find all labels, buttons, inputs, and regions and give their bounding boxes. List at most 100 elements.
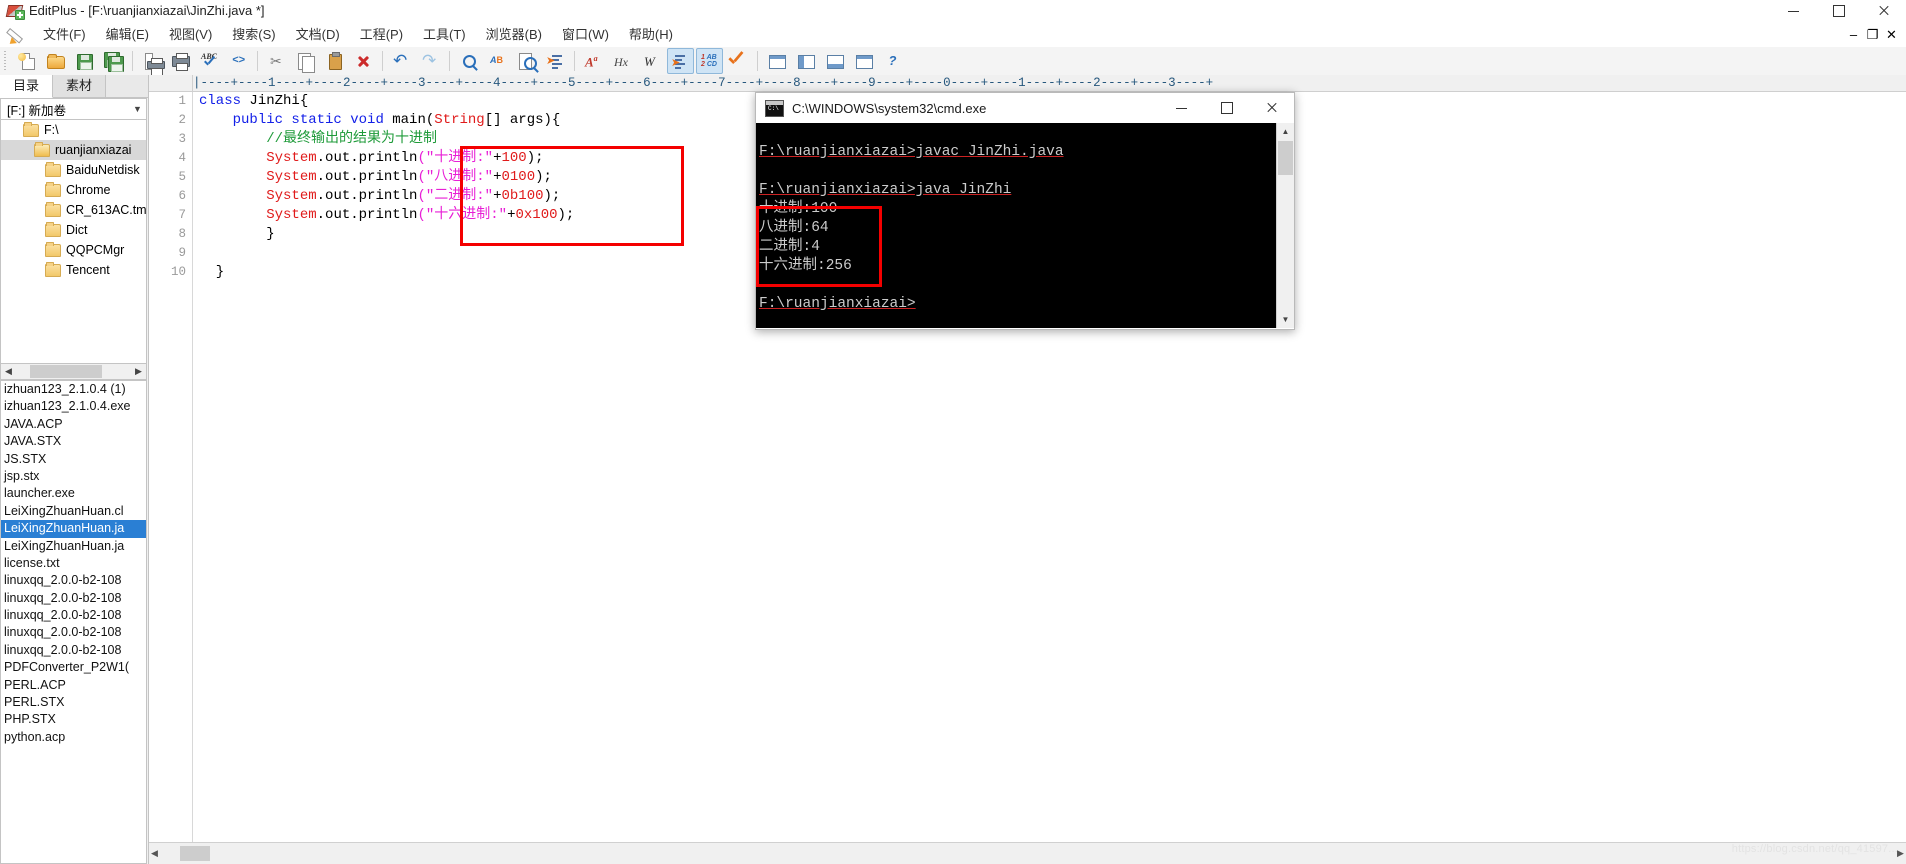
- list-item[interactable]: python.acp: [1, 729, 146, 746]
- redo-button[interactable]: ↷: [417, 48, 444, 74]
- chevron-left-icon[interactable]: ◀: [1, 364, 16, 379]
- copy-button[interactable]: [292, 48, 319, 74]
- font-format-button[interactable]: Aa: [580, 48, 607, 74]
- window-horizontal-button[interactable]: [821, 48, 848, 74]
- tree-node-qqpcmgr[interactable]: QQPCMgr: [1, 240, 146, 260]
- sidebar-tab-material[interactable]: 素材: [53, 75, 107, 97]
- window-split-button[interactable]: [792, 48, 819, 74]
- print-preview-button[interactable]: [138, 48, 165, 76]
- menu-item-help[interactable]: 帮助(H): [619, 22, 683, 47]
- print-button[interactable]: [167, 48, 194, 74]
- sidebar-tab-directory[interactable]: 目录: [0, 75, 54, 98]
- list-item[interactable]: PHP.STX: [1, 711, 146, 728]
- line-number: 7: [178, 208, 186, 222]
- toolbar-grip[interactable]: [2, 51, 10, 71]
- new-file-button[interactable]: [13, 48, 40, 74]
- menu-item-edit[interactable]: 编辑(E): [96, 22, 159, 47]
- document-restore-button[interactable]: ❐: [1864, 26, 1881, 43]
- menu-item-file[interactable]: 文件(F): [33, 22, 96, 47]
- list-item[interactable]: izhuan123_2.1.0.4 (1): [1, 381, 146, 398]
- window-vertical-button[interactable]: [850, 48, 877, 74]
- cmd-minimize-button[interactable]: [1159, 93, 1204, 123]
- list-item[interactable]: LeiXingZhuanHuan.cl: [1, 503, 146, 520]
- view-source-button[interactable]: <>: [225, 48, 252, 74]
- list-item[interactable]: linuxqq_2.0.0-b2-108: [1, 572, 146, 589]
- chevron-left-icon[interactable]: ◀: [149, 844, 160, 863]
- cut-button[interactable]: ✂: [263, 48, 290, 74]
- paste-button[interactable]: [321, 48, 348, 74]
- document-close-button[interactable]: ✕: [1883, 26, 1900, 43]
- delete-button[interactable]: [350, 48, 377, 74]
- menu-item-window[interactable]: 窗口(W): [552, 22, 619, 47]
- scroll-thumb[interactable]: [1278, 141, 1293, 175]
- find-button[interactable]: [455, 48, 482, 74]
- hex-view-button[interactable]: Hx: [609, 48, 636, 74]
- cmd-console-body[interactable]: F:\ruanjianxiazai>javac JinZhi.java F:\r…: [756, 123, 1294, 328]
- list-item[interactable]: JS.STX: [1, 451, 146, 468]
- tree-node-tencent[interactable]: Tencent: [1, 260, 146, 280]
- scroll-track[interactable]: [160, 844, 1895, 863]
- compile-run-button[interactable]: [725, 48, 752, 74]
- list-item[interactable]: linuxqq_2.0.0-b2-108: [1, 624, 146, 641]
- list-item[interactable]: linuxqq_2.0.0-b2-108: [1, 642, 146, 659]
- list-item[interactable]: linuxqq_2.0.0-b2-108: [1, 607, 146, 624]
- list-item[interactable]: izhuan123_2.1.0.4.exe: [1, 398, 146, 415]
- scroll-thumb[interactable]: [180, 846, 210, 861]
- drive-select[interactable]: [F:] 新加卷 ▼: [0, 98, 147, 120]
- window-title: EditPlus - [F:\ruanjianxiazai\JinZhi.jav…: [29, 3, 265, 18]
- cmd-vertical-scrollbar[interactable]: ▲ ▼: [1276, 123, 1294, 328]
- list-item-selected[interactable]: LeiXingZhuanHuan.ja: [1, 520, 146, 538]
- menu-item-tools[interactable]: 工具(T): [413, 22, 476, 47]
- tree-node-baidunetdisk[interactable]: BaiduNetdisk: [1, 160, 146, 180]
- sort-button[interactable]: 1 AB 2 CD: [696, 48, 723, 74]
- menu-item-view[interactable]: 视图(V): [159, 22, 222, 47]
- align-button[interactable]: ➤: [667, 48, 694, 74]
- document-minimize-button[interactable]: –: [1845, 26, 1862, 43]
- menu-item-search[interactable]: 搜索(S): [222, 22, 285, 47]
- save-all-button[interactable]: [100, 48, 127, 74]
- cmd-close-button[interactable]: [1249, 93, 1294, 123]
- tree-node-cr613ac[interactable]: CR_613AC.tm: [1, 200, 146, 220]
- list-item[interactable]: license.txt: [1, 555, 146, 572]
- list-item[interactable]: JAVA.ACP: [1, 416, 146, 433]
- list-item[interactable]: LeiXingZhuanHuan.ja: [1, 538, 146, 555]
- editor-horizontal-scrollbar[interactable]: ◀ ▶: [149, 842, 1906, 864]
- tree-node-chrome[interactable]: Chrome: [1, 180, 146, 200]
- menu-item-document[interactable]: 文档(D): [286, 22, 350, 47]
- find-in-files-button[interactable]: [513, 48, 540, 74]
- list-item[interactable]: PERL.ACP: [1, 677, 146, 694]
- window-tile-button[interactable]: [763, 48, 790, 74]
- scroll-track[interactable]: [16, 364, 131, 379]
- tree-node-ruanjianxiazai[interactable]: ruanjianxiazai: [1, 140, 146, 160]
- save-file-button[interactable]: [71, 48, 98, 74]
- window-minimize-button[interactable]: [1771, 0, 1816, 22]
- list-item[interactable]: JAVA.STX: [1, 433, 146, 450]
- cmd-window[interactable]: C:\ C:\WINDOWS\system32\cmd.exe F:\ruanj…: [755, 92, 1295, 330]
- list-item[interactable]: PERL.STX: [1, 694, 146, 711]
- menu-item-browser[interactable]: 浏览器(B): [476, 22, 552, 47]
- word-wrap-button[interactable]: W: [638, 48, 665, 74]
- chevron-right-icon[interactable]: ▶: [131, 364, 146, 379]
- menu-item-project[interactable]: 工程(P): [350, 22, 413, 47]
- chevron-down-icon[interactable]: ▼: [1277, 311, 1294, 328]
- help-button[interactable]: ?: [879, 48, 906, 74]
- undo-button[interactable]: ↶: [388, 48, 415, 74]
- directory-tree[interactable]: F:\ ruanjianxiazai BaiduNetdisk Chrome C…: [0, 120, 147, 370]
- spell-check-button[interactable]: ABC: [196, 48, 223, 74]
- tree-node-dict[interactable]: Dict: [1, 220, 146, 240]
- window-maximize-button[interactable]: [1816, 0, 1861, 22]
- scroll-thumb[interactable]: [30, 365, 102, 378]
- tree-horizontal-scrollbar[interactable]: ◀ ▶: [0, 363, 147, 380]
- tree-node-f-drive[interactable]: F:\: [1, 120, 146, 140]
- goto-line-button[interactable]: ➤: [542, 48, 569, 74]
- list-item[interactable]: PDFConverter_P2W1(: [1, 659, 146, 676]
- cmd-maximize-button[interactable]: [1204, 93, 1249, 123]
- open-file-button[interactable]: [42, 48, 69, 74]
- list-item[interactable]: launcher.exe: [1, 485, 146, 502]
- chevron-up-icon[interactable]: ▲: [1277, 123, 1294, 140]
- list-item[interactable]: linuxqq_2.0.0-b2-108: [1, 590, 146, 607]
- list-item[interactable]: jsp.stx: [1, 468, 146, 485]
- file-list[interactable]: izhuan123_2.1.0.4 (1) izhuan123_2.1.0.4.…: [0, 380, 147, 864]
- window-close-button[interactable]: [1861, 0, 1906, 22]
- replace-button[interactable]: AB: [484, 48, 511, 74]
